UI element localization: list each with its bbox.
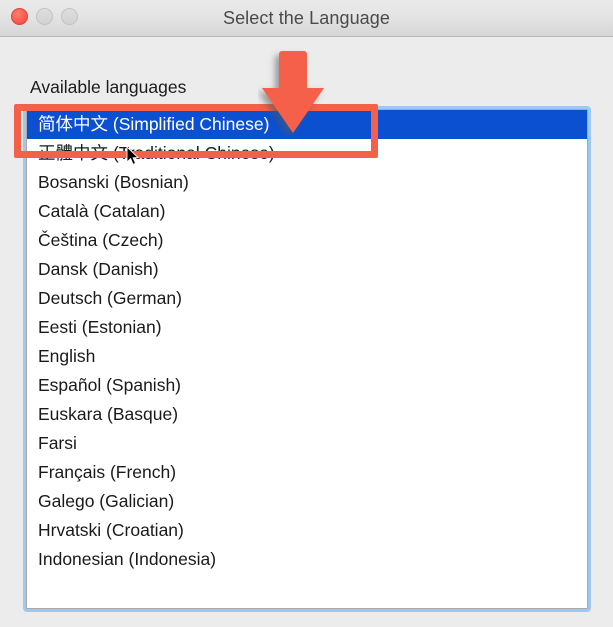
list-item[interactable]: Français (French) [27,458,587,487]
minimize-button-icon [36,8,53,25]
list-item[interactable]: Hrvatski (Croatian) [27,516,587,545]
window-content: Available languages 简体中文 (Simplified Chi… [0,37,613,627]
list-item[interactable]: Eesti (Estonian) [27,313,587,342]
list-item[interactable]: 正體中文 (Traditional Chinese) [27,139,587,168]
list-item[interactable]: English [27,342,587,371]
list-item[interactable]: Català (Catalan) [27,197,587,226]
list-item[interactable]: Indonesian (Indonesia) [27,545,587,574]
language-listbox-focusring: 简体中文 (Simplified Chinese) 正體中文 (Tradition… [23,106,591,612]
list-item[interactable]: Čeština (Czech) [27,226,587,255]
list-item[interactable]: Farsi [27,429,587,458]
close-button-icon[interactable] [11,8,28,25]
select-language-window: Select the Language Available languages … [0,0,613,627]
language-listbox[interactable]: 简体中文 (Simplified Chinese) 正體中文 (Tradition… [26,109,588,609]
list-item[interactable]: Galego (Galician) [27,487,587,516]
maximize-button-icon [61,8,78,25]
list-item[interactable]: Deutsch (German) [27,284,587,313]
list-item[interactable]: Bosanski (Bosnian) [27,168,587,197]
list-item[interactable]: Euskara (Basque) [27,400,587,429]
available-languages-label: Available languages [30,77,187,97]
window-title: Select the Language [222,8,391,28]
window-titlebar: Select the Language [0,0,613,37]
list-item[interactable]: 简体中文 (Simplified Chinese) [27,110,587,139]
list-item[interactable]: Español (Spanish) [27,371,587,400]
window-controls [11,8,78,25]
list-item[interactable]: Dansk (Danish) [27,255,587,284]
